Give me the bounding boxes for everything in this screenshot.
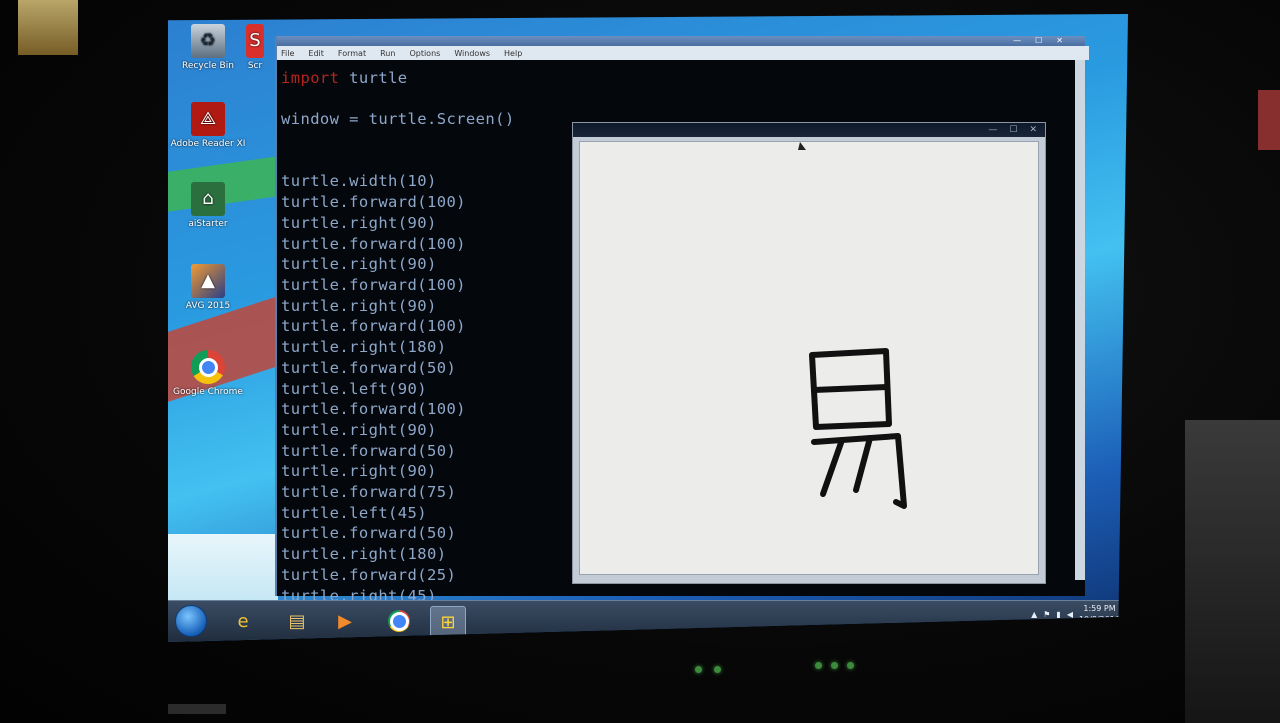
menu-format[interactable]: Format: [338, 49, 366, 58]
background-light: [18, 0, 78, 55]
scratch-icon: S: [246, 24, 264, 58]
menu-run[interactable]: Run: [380, 49, 395, 58]
desktop-icon-scratch[interactable]: S Scr: [240, 24, 270, 71]
monitor-buttons: [815, 662, 854, 669]
desktop-icon-label: aiStarter: [188, 219, 228, 229]
desktop-icon-label: Google Chrome: [173, 387, 243, 397]
editor-window-controls: — ☐ ✕: [1013, 36, 1063, 45]
menu-edit[interactable]: Edit: [308, 49, 324, 58]
editor-menubar: File Edit Format Run Options Windows Hel…: [277, 46, 1089, 60]
desktop-icon-label: Scr: [247, 61, 263, 71]
desktop-icon-recycle-bin[interactable]: ♻ Recycle Bin: [170, 24, 246, 71]
desktop-icon-avg[interactable]: ▲ AVG 2015: [170, 264, 246, 311]
code-text: turtle.forward(100): [281, 234, 466, 253]
windows-logo-icon: [175, 605, 207, 637]
drawn-line: [853, 435, 873, 493]
monitor-stand: [168, 704, 226, 714]
close-icon[interactable]: ✕: [1056, 36, 1063, 45]
desktop-icon-adobe-reader[interactable]: ⟁ Adobe Reader XI: [170, 102, 246, 149]
code-text: turtle: [339, 69, 408, 87]
turtle-cursor-icon: [798, 142, 806, 150]
background-wall: [1185, 420, 1280, 723]
code-text: turtle.forward(100): [281, 400, 466, 419]
code-text: turtle.forward(50): [281, 358, 457, 377]
code-text: turtle.forward(50): [281, 524, 457, 543]
monitor-leds: [695, 666, 721, 673]
code-text: turtle.right(90): [281, 213, 437, 232]
turtle-canvas[interactable]: [579, 141, 1039, 575]
close-icon[interactable]: ✕: [1029, 125, 1037, 135]
menu-help[interactable]: Help: [504, 49, 522, 58]
menu-options[interactable]: Options: [409, 49, 440, 58]
menu-file[interactable]: File: [281, 49, 294, 58]
minimize-icon[interactable]: —: [1013, 36, 1021, 45]
code-text: turtle.right(90): [281, 255, 437, 274]
desktop-icon-label: AVG 2015: [185, 301, 231, 311]
avg-icon: ▲: [191, 264, 225, 298]
desktop-icon-chrome[interactable]: Google Chrome: [170, 350, 246, 397]
desktop-icon-label: Adobe Reader XI: [170, 139, 246, 149]
led-indicator: [831, 662, 838, 669]
desktop-icon-aistarter[interactable]: ⌂ aiStarter: [170, 182, 246, 229]
code-text: turtle.forward(100): [281, 317, 466, 336]
led-indicator: [695, 666, 702, 673]
minimize-icon[interactable]: —: [988, 125, 997, 135]
clock-time: 1:59 PM: [1083, 604, 1116, 613]
recycle-bin-icon: ♻: [191, 24, 225, 58]
led-indicator: [815, 662, 822, 669]
aistarter-icon: ⌂: [191, 182, 225, 216]
code-text: window = turtle.Screen(): [281, 110, 515, 129]
adobe-reader-icon: ⟁: [191, 102, 225, 136]
turtle-graphics-window[interactable]: — ☐ ✕: [572, 122, 1046, 584]
led-indicator: [847, 662, 854, 669]
turtle-window-controls: — ☐ ✕: [988, 125, 1037, 135]
chrome-icon: [191, 350, 225, 384]
code-text: turtle.forward(100): [281, 193, 466, 212]
code-text: turtle.right(180): [281, 338, 447, 357]
code-text: turtle.forward(100): [281, 275, 466, 294]
code-text: turtle.forward(25): [281, 565, 457, 584]
code-line: import turtle: [281, 68, 701, 89]
ie-icon[interactable]: e: [226, 606, 260, 636]
code-text: turtle.right(180): [281, 545, 447, 564]
code-text: turtle.width(10): [281, 172, 437, 191]
code-text: turtle.right(90): [281, 420, 437, 439]
volume-icon[interactable]: ◀: [1067, 610, 1073, 619]
code-text: turtle.left(45): [281, 503, 427, 522]
code-text: turtle.forward(75): [281, 483, 457, 502]
background-object: [1258, 90, 1280, 150]
code-text: turtle.forward(50): [281, 441, 457, 460]
desktop-icon-label: Recycle Bin: [182, 61, 234, 71]
code-text: turtle.right(90): [281, 296, 437, 315]
maximize-icon[interactable]: ☐: [1009, 125, 1017, 135]
flag-icon[interactable]: ⚑: [1043, 610, 1050, 619]
chrome-icon[interactable]: [382, 606, 416, 636]
code-keyword: import: [281, 69, 340, 87]
drawn-line: [811, 384, 890, 393]
start-button[interactable]: [174, 605, 208, 637]
menu-windows[interactable]: Windows: [454, 49, 490, 58]
explorer-icon[interactable]: ▤: [280, 606, 314, 636]
turtle-drawing: [798, 142, 907, 509]
media-player-icon[interactable]: ▶: [328, 606, 362, 636]
code-text: turtle.left(90): [281, 379, 427, 398]
network-icon[interactable]: ▮: [1056, 610, 1060, 619]
drawn-line: [820, 437, 845, 497]
editor-scrollbar[interactable]: [1075, 60, 1085, 580]
code-text: turtle.right(90): [281, 462, 437, 481]
editor-titlebar[interactable]: [277, 36, 1085, 46]
turtle-window-titlebar[interactable]: [573, 123, 1045, 137]
maximize-icon[interactable]: ☐: [1035, 36, 1042, 45]
led-indicator: [714, 666, 721, 673]
tray-expand-icon[interactable]: ▲: [1031, 610, 1037, 619]
python-icon[interactable]: ⊞: [430, 606, 466, 638]
monitor-screen: ♻ Recycle Bin S Scr ⟁ Adobe Reader XI ⌂ …: [168, 14, 1128, 642]
